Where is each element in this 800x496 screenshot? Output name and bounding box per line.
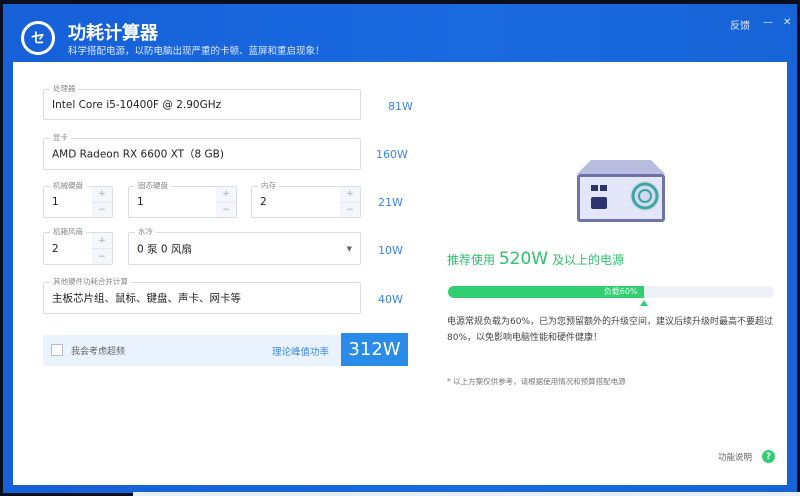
help-link[interactable]: 功能说明 ? (718, 450, 776, 463)
disclaimer-note: * 以上方案仅供参考，请根据使用情况和预算搭配电源 (447, 377, 626, 386)
storage-watt: 21W (378, 196, 403, 209)
ssd-label: 固态硬盘 (135, 180, 171, 191)
app-title: 功耗计算器 (68, 23, 158, 44)
fan-value[interactable]: 2 (52, 243, 59, 255)
overclock-label[interactable]: 我会考虑超频 (71, 344, 125, 357)
load-label: 负载60% (603, 287, 638, 296)
fan-stepper[interactable]: 机箱风扇 2 + − (43, 226, 113, 265)
other-watt: 40W (378, 293, 403, 306)
ram-plus-button[interactable]: + (340, 187, 360, 203)
cpu-label: 处理器 (50, 83, 79, 94)
content-panel: 处理器 Intel Core i5-10400F @ 2.90GHz 81W 显… (13, 62, 787, 485)
ram-stepper[interactable]: 内存 2 + − (251, 180, 361, 218)
overclock-checkbox[interactable] (51, 344, 63, 356)
ssd-value[interactable]: 1 (137, 196, 144, 208)
total-power: 312W (341, 333, 408, 366)
hdd-plus-button[interactable]: + (92, 187, 112, 203)
hdd-stepper[interactable]: 机械硬盘 1 + − (43, 180, 113, 218)
taskbar-strip (133, 492, 800, 496)
load-description: 电源常规负载为60%，已为您预留额外的升级空间，建议后续升级时最高不要超过80%… (447, 317, 774, 343)
summary-bar: 我会考虑超频 理论峰值功率 (43, 335, 341, 366)
load-progress-fill: 负载60% (448, 286, 644, 298)
rec-suffix: 及以上的电源 (551, 253, 624, 267)
hdd-label: 机械硬盘 (50, 180, 86, 191)
water-label: 水冷 (135, 226, 156, 237)
other-label: 其他硬件功耗合并计算 (50, 276, 131, 287)
load-marker-icon (639, 300, 648, 306)
fan-label: 机箱风扇 (50, 226, 86, 237)
feedback-button[interactable]: 反馈 (730, 17, 750, 32)
load-progress-bar: 负载60% (448, 286, 774, 298)
gpu-field[interactable]: 显卡 AMD Radeon RX 6600 XT（8 GB) (43, 132, 361, 170)
question-icon[interactable]: ? (762, 450, 776, 463)
chevron-down-icon[interactable]: ▼ (347, 245, 352, 253)
other-hardware-field[interactable]: 其他硬件功耗合并计算 主板芯片组、鼠标、键盘、声卡、网卡等 (43, 276, 361, 314)
help-label[interactable]: 功能说明 (718, 451, 752, 463)
ssd-stepper[interactable]: 固态硬盘 1 + − (128, 180, 237, 218)
plug-logo-icon: セ (21, 21, 55, 55)
ram-value[interactable]: 2 (260, 196, 267, 208)
cooling-watt: 10W (378, 244, 403, 257)
ssd-minus-button[interactable]: − (216, 203, 236, 218)
rec-watt: 520W (498, 249, 549, 269)
power-supply-icon (577, 160, 665, 222)
app-subtitle: 科学搭配电源，以防电脑出现严重的卡顿、蓝屏和重启现象！ (68, 46, 325, 57)
gpu-watt: 160W (376, 148, 408, 161)
close-button[interactable]: ✕ (783, 17, 791, 28)
other-value: 主板芯片组、鼠标、键盘、声卡、网卡等 (52, 292, 241, 305)
recommendation: 推荐使用 520W 及以上的电源 (447, 249, 624, 269)
ram-label: 内存 (258, 180, 279, 191)
water-value: 0 泵 0 风扇 (137, 243, 192, 255)
cpu-value: Intel Core i5-10400F @ 2.90GHz (52, 98, 222, 111)
gpu-label: 显卡 (50, 132, 71, 143)
ram-minus-button[interactable]: − (340, 203, 360, 218)
ssd-plus-button[interactable]: + (216, 187, 236, 203)
gpu-value: AMD Radeon RX 6600 XT（8 GB) (52, 148, 224, 161)
cpu-field[interactable]: 处理器 Intel Core i5-10400F @ 2.90GHz (43, 83, 361, 120)
rec-prefix: 推荐使用 (447, 253, 496, 267)
water-cooling-select[interactable]: 水冷 0 泵 0 风扇 ▼ (128, 226, 361, 265)
peak-power-label: 理论峰值功率 (271, 347, 329, 358)
minimize-button[interactable]: — (763, 17, 773, 28)
hdd-minus-button[interactable]: − (92, 203, 112, 218)
cpu-watt: 81W (388, 100, 413, 113)
fan-minus-button[interactable]: − (92, 249, 112, 264)
app-window: セ 功耗计算器 科学搭配电源，以防电脑出现严重的卡顿、蓝屏和重启现象！ 反馈 —… (3, 4, 797, 493)
fan-plus-button[interactable]: + (92, 233, 112, 249)
hdd-value[interactable]: 1 (52, 196, 59, 208)
